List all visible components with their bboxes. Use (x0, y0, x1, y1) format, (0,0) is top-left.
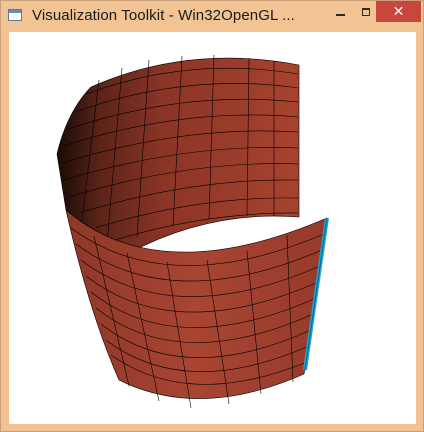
minimize-icon (335, 13, 345, 16)
close-button[interactable]: ✕ (376, 1, 421, 22)
title-bar[interactable]: Visualization Toolkit - Win32OpenGL ... … (1, 1, 423, 32)
render-viewport[interactable] (9, 32, 416, 424)
vtk-render-window: Visualization Toolkit - Win32OpenGL ... … (0, 0, 424, 432)
minimize-button[interactable] (327, 1, 353, 22)
app-icon[interactable] (8, 9, 22, 21)
maximize-button[interactable] (353, 1, 378, 22)
cylinder-inner-surface (56, 57, 300, 255)
window-title: Visualization Toolkit - Win32OpenGL ... (32, 7, 295, 24)
close-icon: ✕ (392, 3, 405, 19)
cylinder-outer-surface (65, 209, 328, 399)
maximize-icon (361, 7, 370, 16)
cylinder-surface-render (56, 54, 329, 409)
